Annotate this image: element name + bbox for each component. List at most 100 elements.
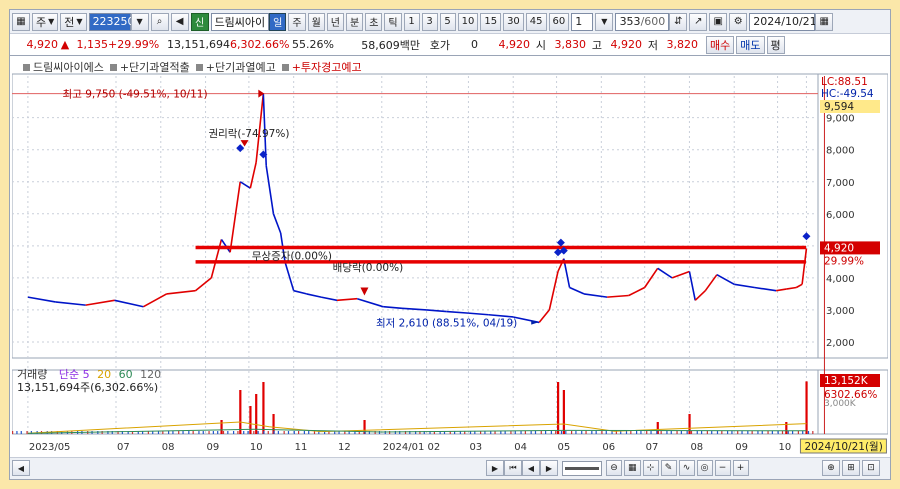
reset-button[interactable]: ⊡ <box>862 460 880 476</box>
interval-30[interactable]: 30 <box>503 12 524 31</box>
annotation-bonus: 무상증자(0.00%) <box>252 251 332 263</box>
interval-15[interactable]: 15 <box>480 12 502 31</box>
volume-ma-20: 20 <box>97 368 112 381</box>
annotation-high: 최고 9,750 (-49.51%, 10/11) <box>63 89 208 101</box>
volume-bar <box>666 431 668 434</box>
ask-value: 0 <box>471 38 478 51</box>
x-tick-label: 10 <box>779 442 792 453</box>
menu-select[interactable]: 주 ▼ <box>32 12 59 31</box>
quote-bar: 4,920 ▲ 1,135 +29.99% 13,151,694 6,302.6… <box>10 34 890 56</box>
legend-stock-name: 드림씨아이에스 <box>33 61 104 74</box>
tag-new-badge[interactable]: 신 <box>190 12 209 31</box>
x-tick-label: 08 <box>162 442 175 453</box>
volume-bar <box>504 431 506 434</box>
date-input[interactable]: 2024/10/21 <box>749 12 817 31</box>
chart-window: { "toolbar":{ "menu_label":"주", "market_… <box>9 9 900 480</box>
grid-icon[interactable]: ▦ <box>624 460 641 476</box>
speaker-icon[interactable]: ◀ <box>170 12 189 31</box>
menu-grid-icon[interactable]: ▦ <box>12 12 30 31</box>
period-month[interactable]: 월 <box>307 12 325 31</box>
volume-bar <box>182 431 184 434</box>
volume-bar <box>534 431 537 434</box>
volume-bar <box>676 431 678 434</box>
volume-ma-label: 단순 <box>58 368 80 381</box>
trade-amount: 58,609백만 <box>361 38 420 52</box>
annotation-dividend: 배당락(0.00%) <box>333 262 404 274</box>
next-page-button[interactable]: ▶ <box>540 460 558 476</box>
plus-icon[interactable]: + <box>732 460 749 476</box>
crosshair-icon[interactable]: ⊹ <box>642 460 659 476</box>
sell-button[interactable]: 매도 <box>736 35 765 54</box>
unit-dropdown-button[interactable]: ▼ <box>595 12 614 31</box>
chart-area[interactable]: 2,0003,0004,0005,0006,0007,0008,0009,000… <box>11 58 900 454</box>
calendar-icon[interactable]: ▦ <box>815 12 834 31</box>
interval-3[interactable]: 3 <box>421 12 438 31</box>
x-tick-label: 07 <box>117 442 130 453</box>
interval-5[interactable]: 5 <box>439 12 456 31</box>
volume-bar <box>247 431 249 434</box>
gear-icon[interactable]: ⚙ <box>729 12 748 31</box>
volume-bar <box>630 431 632 434</box>
high-label: 고 <box>591 38 602 52</box>
volume-bar <box>555 431 557 434</box>
page-position-field[interactable]: 353/600 <box>615 12 670 31</box>
draw-tool-icon[interactable]: ✎ <box>660 460 677 476</box>
unit-input[interactable]: 1 <box>571 12 594 31</box>
code-dropdown-button[interactable]: ▼ <box>130 12 149 31</box>
high-price: 4,920 <box>610 38 643 51</box>
volume-bar <box>706 431 708 434</box>
target-icon[interactable]: ◎ <box>696 460 713 476</box>
period-minute[interactable]: 분 <box>345 12 364 31</box>
price-chart-svg[interactable]: 2,0003,0004,0005,0006,0007,0008,0009,000… <box>11 58 900 454</box>
series-marker-icon <box>195 63 203 71</box>
open-label: 시 <box>535 38 546 52</box>
interval-1[interactable]: 1 <box>403 12 420 31</box>
period-day[interactable]: 일 <box>269 12 287 31</box>
stock-name-field[interactable]: 드림씨아이 <box>210 12 270 31</box>
scroll-left-button[interactable]: ◀ <box>12 460 30 476</box>
period-year[interactable]: 년 <box>326 12 344 31</box>
volume-bar <box>785 422 788 434</box>
volume-bar <box>239 390 242 434</box>
volume-bar <box>16 431 18 434</box>
interval-45[interactable]: 45 <box>525 12 547 31</box>
market-select[interactable]: 전 ▼ <box>60 12 87 31</box>
save-icon[interactable]: ▣ <box>709 12 728 31</box>
x-tick-label: 04 <box>514 442 527 453</box>
split-view-icon[interactable]: ⇵ <box>669 12 688 31</box>
interval-60[interactable]: 60 <box>548 12 570 31</box>
prev-page-button[interactable]: ◀ <box>522 460 540 476</box>
zoom-thumb[interactable] <box>565 467 599 470</box>
period-week[interactable]: 주 <box>288 12 306 31</box>
fit-button[interactable]: ⊞ <box>842 460 860 476</box>
current-volume-box: 13,152K <box>824 375 869 387</box>
volume-bar <box>646 431 648 434</box>
volume-bar <box>767 431 769 434</box>
volume-bar <box>591 431 593 434</box>
buy-button[interactable]: 매수 <box>706 35 735 54</box>
zoom-slider[interactable] <box>562 461 602 476</box>
tools-icon[interactable]: ↗ <box>689 12 708 31</box>
zoom-in-button[interactable]: ⊕ <box>822 460 840 476</box>
period-second[interactable]: 초 <box>365 12 383 31</box>
zoom-out-icon[interactable]: ⊖ <box>606 460 622 476</box>
period-tick[interactable]: 틱 <box>384 12 402 31</box>
price-pane <box>11 73 819 359</box>
average-button[interactable]: 평 <box>766 35 785 54</box>
play-button[interactable]: ▶ <box>486 460 504 476</box>
volume-bar <box>660 431 662 434</box>
first-page-button[interactable]: ⏮ <box>504 460 522 476</box>
volume-legend: 거래량 단순 5 20 60 120 13,151,694주(6,302.66%… <box>17 368 161 394</box>
interval-10[interactable]: 10 <box>457 12 479 31</box>
minus-icon[interactable]: − <box>714 460 731 476</box>
volume-bar <box>384 431 386 434</box>
stock-code-input[interactable]: 223250 <box>88 12 135 31</box>
volume-bar <box>560 431 563 434</box>
volume-bar <box>178 431 180 434</box>
search-icon[interactable]: ⌕ <box>150 12 169 31</box>
volume-bar <box>283 431 285 434</box>
volume-bar <box>253 431 255 434</box>
volume-bar <box>727 431 729 434</box>
volume-bar <box>550 431 552 434</box>
wave-tool-icon[interactable]: ∿ <box>678 460 695 476</box>
